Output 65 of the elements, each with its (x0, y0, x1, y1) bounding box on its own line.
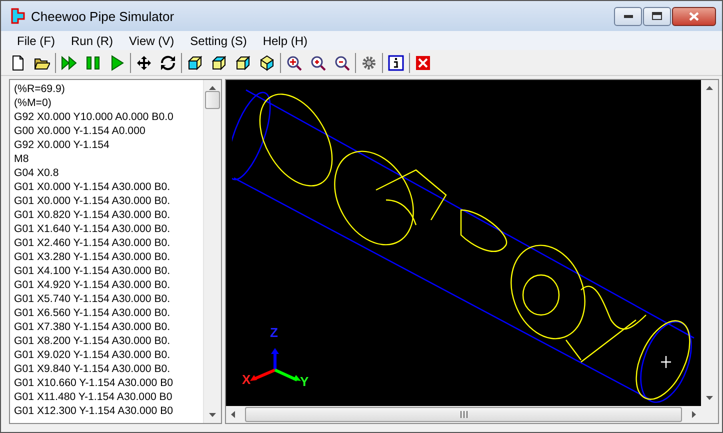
move-arrows-icon[interactable] (136, 54, 152, 70)
code-line[interactable]: G01 X9.840 Y-1.154 A30.000 B0. (14, 362, 203, 376)
grip-icon (460, 411, 468, 418)
code-line[interactable]: G01 X5.740 Y-1.154 A30.000 B0. (14, 292, 203, 306)
code-line[interactable]: M8 (14, 152, 203, 166)
info-icon[interactable] (388, 54, 404, 70)
maximize-icon (652, 12, 662, 20)
code-line[interactable]: G04 X0.8 (14, 166, 203, 180)
code-line[interactable]: (%M=0) (14, 96, 203, 110)
code-line[interactable]: G01 X11.480 Y-1.154 A30.000 B0 (14, 390, 203, 404)
menu-item[interactable]: Setting (S) (182, 34, 255, 48)
code-line[interactable]: G01 X6.560 Y-1.154 A30.000 B0. (14, 306, 203, 320)
code-line[interactable]: G00 X0.000 Y-1.154 A0.000 (14, 124, 203, 138)
code-line[interactable]: (%R=69.9) (14, 82, 203, 96)
code-line[interactable]: G01 X9.020 Y-1.154 A30.000 B0. (14, 348, 203, 362)
close-window-button[interactable] (672, 6, 716, 26)
code-line[interactable]: G01 X12.300 Y-1.154 A30.000 B0 (14, 404, 203, 418)
cube-front-icon[interactable] (187, 54, 203, 70)
new-file-icon[interactable] (10, 54, 26, 70)
x-axis-label: X (242, 373, 251, 386)
scroll-down-icon (706, 396, 713, 400)
minimize-button[interactable] (614, 6, 642, 26)
code-line[interactable]: G01 X10.660 Y-1.154 A30.000 B0 (14, 376, 203, 390)
settings-icon[interactable] (361, 54, 377, 70)
code-line[interactable]: G92 X0.000 Y10.000 A0.000 B0.0 (14, 110, 203, 124)
code-line[interactable]: G01 X0.820 Y-1.154 A30.000 B0. (14, 208, 203, 222)
maximize-button[interactable] (643, 6, 671, 26)
menu-item[interactable]: Help (H) (254, 34, 316, 48)
play-icon[interactable] (109, 54, 125, 70)
menu-item[interactable]: File (F) (9, 34, 63, 48)
zoom-fit-icon[interactable] (286, 54, 302, 70)
scroll-thumb[interactable] (245, 407, 682, 422)
code-line[interactable]: G01 X4.920 Y-1.154 A30.000 B0. (14, 278, 203, 292)
minimize-icon (624, 14, 632, 18)
window-title: Cheewoo Pipe Simulator (31, 8, 176, 24)
fast-forward-icon[interactable] (61, 54, 77, 70)
scroll-right-icon (692, 411, 696, 418)
code-line[interactable]: G01 X2.460 Y-1.154 A30.000 B0. (14, 236, 203, 250)
code-line[interactable]: G01 X4.100 Y-1.154 A30.000 B0. (14, 264, 203, 278)
zoom-out-icon[interactable] (334, 54, 350, 70)
code-line[interactable]: G01 X3.280 Y-1.154 A30.000 B0. (14, 250, 203, 264)
app-logo-icon (11, 8, 25, 24)
close-icon[interactable] (415, 54, 431, 70)
scroll-up-icon (706, 86, 713, 90)
cube-iso-icon[interactable] (259, 54, 275, 70)
code-line[interactable]: G92 X0.000 Y-1.154 (14, 138, 203, 152)
code-line[interactable]: G01 X0.000 Y-1.154 A30.000 B0. (14, 180, 203, 194)
vertical-scrollbar[interactable] (203, 80, 221, 423)
code-line[interactable]: G01 X0.000 Y-1.154 A30.000 B0. (14, 194, 203, 208)
scroll-down-icon (209, 413, 216, 417)
pause-icon[interactable] (85, 54, 101, 70)
code-line[interactable]: G01 X7.380 Y-1.154 A30.000 B0. (14, 320, 203, 334)
cube-side-icon[interactable] (235, 54, 251, 70)
scroll-left-icon (231, 411, 235, 418)
rotate-arrows-icon[interactable] (160, 54, 176, 70)
menu-item[interactable]: View (V) (121, 34, 182, 48)
close-icon (689, 12, 699, 20)
code-line[interactable]: G01 X8.200 Y-1.154 A30.000 B0. (14, 334, 203, 348)
cube-top-icon[interactable] (211, 54, 227, 70)
code-line[interactable]: G01 X1.640 Y-1.154 A30.000 B0. (14, 222, 203, 236)
scroll-thumb[interactable] (205, 91, 220, 109)
menu-item[interactable]: Run (R) (63, 34, 122, 48)
zoom-in-icon[interactable] (310, 54, 326, 70)
y-axis-label: Y (300, 375, 309, 388)
z-axis-label: Z (270, 326, 278, 339)
